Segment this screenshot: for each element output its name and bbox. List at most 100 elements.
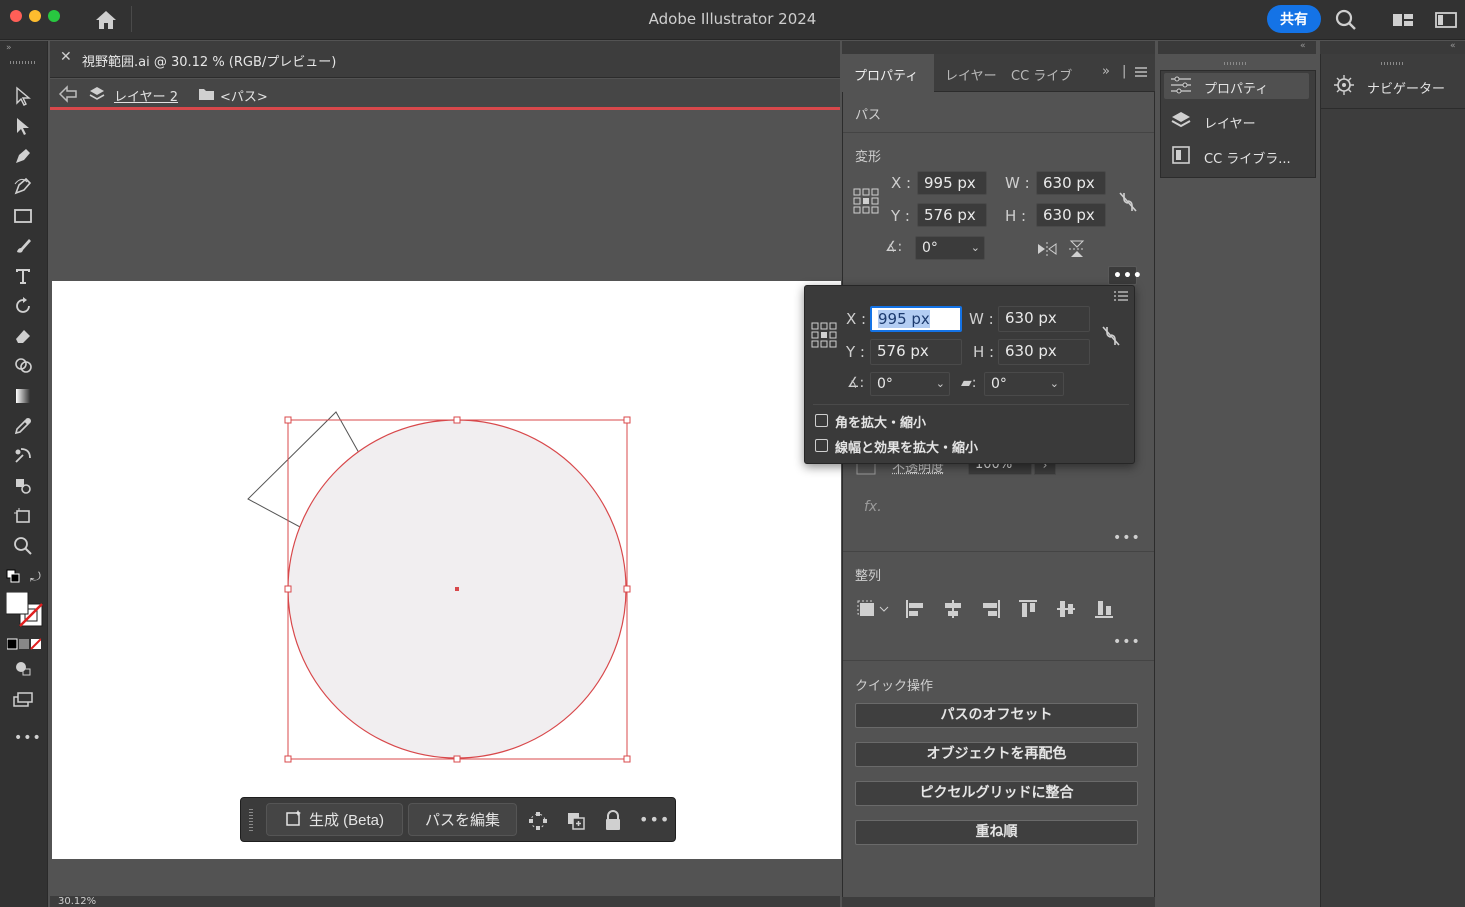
- dock2-grip[interactable]: [1381, 62, 1405, 65]
- generate-beta-button[interactable]: 生成 (Beta): [266, 803, 403, 836]
- align-to-selection-icon[interactable]: [856, 598, 890, 620]
- close-document-icon[interactable]: ✕: [60, 49, 72, 65]
- screen-mode-icon[interactable]: [10, 688, 36, 712]
- breadcrumb-object[interactable]: <パス>: [220, 86, 268, 105]
- popup-x-label: X :: [846, 310, 867, 328]
- taskbar-grip[interactable]: [249, 809, 253, 831]
- direct-selection-tool-icon[interactable]: [10, 114, 36, 138]
- h-field[interactable]: 630 px: [1036, 203, 1106, 227]
- panel-toggle-icon[interactable]: [1434, 8, 1458, 32]
- default-colors-icon[interactable]: [6, 569, 20, 583]
- reference-point-icon[interactable]: [853, 188, 879, 214]
- flip-vertical-icon[interactable]: [1066, 240, 1088, 258]
- constrain-proportions-icon[interactable]: [1117, 190, 1139, 214]
- popup-reference-point-icon[interactable]: [811, 322, 837, 348]
- tab-properties[interactable]: プロパティ: [854, 65, 918, 84]
- dock-item-navigator[interactable]: ナビゲーター: [1333, 73, 1445, 101]
- fill-stroke-swatches[interactable]: [5, 591, 44, 630]
- popup-x-field[interactable]: 995 px: [870, 306, 962, 332]
- eraser-tool-icon[interactable]: [10, 324, 36, 348]
- document-tab[interactable]: ✕ 視野範囲.ai @ 30.12 % (RGB/プレビュー): [50, 41, 840, 78]
- back-arrow-icon[interactable]: [58, 85, 78, 103]
- eyedropper-tool-icon[interactable]: [10, 414, 36, 438]
- w-field[interactable]: 630 px: [1036, 171, 1106, 195]
- lock-icon[interactable]: [603, 810, 623, 832]
- blend-tool-icon[interactable]: [10, 444, 36, 468]
- recolor-artwork-button[interactable]: オブジェクトを再配色: [855, 742, 1138, 767]
- align-left-icon[interactable]: [904, 598, 926, 620]
- zoom-level[interactable]: 30.12%: [58, 896, 96, 907]
- edit-toolbar-icon[interactable]: •••: [14, 730, 42, 746]
- search-icon[interactable]: [1334, 8, 1358, 32]
- scale-corners-checkbox[interactable]: [815, 414, 828, 427]
- dock2-header: «: [1320, 41, 1465, 54]
- y-field[interactable]: 576 px: [917, 203, 987, 227]
- fx-icon[interactable]: fx.: [864, 499, 882, 515]
- artboard-tool-icon[interactable]: [10, 504, 36, 528]
- tabs-overflow-icon[interactable]: »: [1102, 64, 1110, 79]
- arrange-button[interactable]: 重ね順: [855, 820, 1138, 845]
- chevron-down-icon[interactable]: ⌄: [1050, 373, 1059, 395]
- curvature-tool-icon[interactable]: [10, 174, 36, 198]
- chevron-down-icon[interactable]: ⌄: [971, 237, 980, 259]
- align-right-icon[interactable]: [980, 598, 1002, 620]
- offset-path-button[interactable]: パスのオフセット: [855, 703, 1138, 728]
- align-more-icon[interactable]: •••: [1113, 634, 1141, 650]
- breadcrumb-layer[interactable]: レイヤー 2: [114, 86, 178, 105]
- pen-tool-icon[interactable]: [10, 144, 36, 168]
- artboard[interactable]: [52, 281, 841, 859]
- swap-colors-icon[interactable]: ⤾: [30, 570, 44, 585]
- selection-tool-icon[interactable]: [10, 84, 36, 108]
- toolbar-grip[interactable]: [10, 61, 36, 64]
- gradient-tool-icon[interactable]: [10, 384, 36, 408]
- rotate-tool-icon[interactable]: [10, 294, 36, 318]
- x-field[interactable]: 995 px: [917, 171, 987, 195]
- popup-w-field[interactable]: 630 px: [998, 306, 1090, 332]
- align-bottom-icon[interactable]: [1093, 598, 1115, 620]
- workspace-icon[interactable]: [1391, 8, 1415, 32]
- collapse-dock-icon[interactable]: «: [1300, 41, 1306, 51]
- align-top-icon[interactable]: [1017, 598, 1039, 620]
- status-bar: 30.12%: [50, 896, 840, 907]
- dock-item-cc-libraries[interactable]: CC ライブラ...: [1170, 143, 1291, 171]
- shape-builder-tool-icon[interactable]: [10, 354, 36, 378]
- share-button[interactable]: 共有: [1267, 5, 1321, 33]
- popup-constrain-proportions-icon[interactable]: [1100, 324, 1122, 348]
- zoom-tool-icon[interactable]: [10, 534, 36, 558]
- scale-strokes-checkbox[interactable]: [815, 439, 828, 452]
- tab-layers[interactable]: レイヤー: [945, 65, 997, 84]
- angle-field[interactable]: 0° ⌄: [915, 236, 985, 260]
- tab-cc-libraries[interactable]: CC ライブ: [1011, 65, 1076, 84]
- popup-shear-field[interactable]: 0° ⌄: [984, 372, 1064, 396]
- rectangle-tool-icon[interactable]: [10, 204, 36, 228]
- paintbrush-tool-icon[interactable]: [10, 234, 36, 258]
- popup-h-field[interactable]: 630 px: [998, 339, 1090, 365]
- collapse-toolbar-icon[interactable]: »: [6, 43, 12, 53]
- popup-angle-field[interactable]: 0° ⌄: [870, 372, 950, 396]
- generate-label: 生成 (Beta): [308, 812, 384, 829]
- popup-shear-value: 0°: [991, 376, 1007, 392]
- flip-horizontal-icon[interactable]: [1036, 240, 1058, 258]
- collapse-dock2-icon[interactable]: «: [1450, 41, 1456, 51]
- color-mode-icons[interactable]: [6, 638, 42, 650]
- align-vertical-center-icon[interactable]: [1055, 598, 1077, 620]
- chevron-down-icon[interactable]: ⌄: [936, 373, 945, 395]
- popup-y-field[interactable]: 576 px: [870, 339, 962, 365]
- appearance-more-icon[interactable]: •••: [1113, 530, 1141, 546]
- duplicate-icon[interactable]: [565, 810, 587, 832]
- popup-list-icon[interactable]: [1113, 290, 1129, 303]
- more-transform-options-button[interactable]: •••: [1108, 266, 1142, 285]
- drawing-mode-icon[interactable]: [10, 656, 36, 680]
- more-options-icon[interactable]: •••: [639, 810, 670, 829]
- anchor-points-icon[interactable]: [527, 810, 549, 832]
- dock-grip[interactable]: [1224, 62, 1248, 65]
- symbol-sprayer-tool-icon[interactable]: [10, 474, 36, 498]
- type-tool-icon[interactable]: [10, 264, 36, 288]
- align-pixel-grid-button[interactable]: ピクセルグリッドに整合: [855, 781, 1138, 806]
- panel-menu-icon[interactable]: [1134, 66, 1148, 78]
- dock-item-layers[interactable]: レイヤー: [1170, 108, 1256, 136]
- align-horizontal-center-icon[interactable]: [942, 598, 964, 620]
- dock-item-properties[interactable]: プロパティ: [1170, 73, 1268, 101]
- artwork[interactable]: [52, 281, 841, 859]
- edit-path-button[interactable]: パスを編集: [408, 803, 517, 836]
